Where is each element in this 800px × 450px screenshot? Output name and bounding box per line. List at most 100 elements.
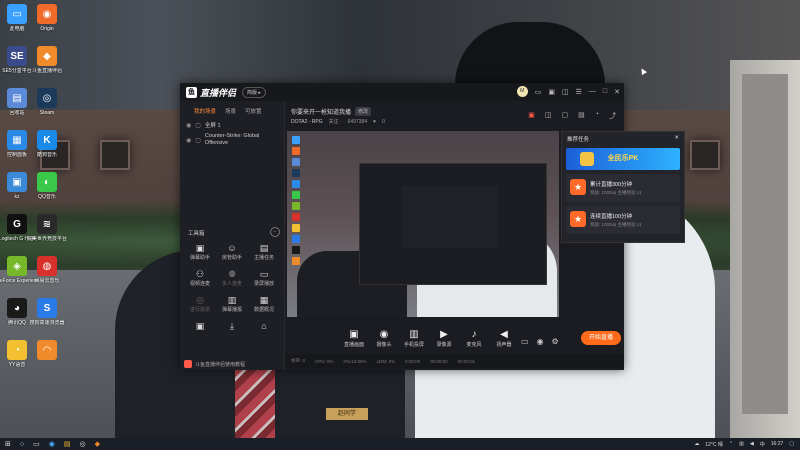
tool-icon: ⤓ <box>230 321 234 331</box>
minimize-icon[interactable]: — <box>589 88 596 95</box>
source-button[interactable]: ▥ 手机投屏 <box>403 329 425 348</box>
status-item: 00:00:00 <box>430 358 448 364</box>
source-button[interactable]: ◉ 摄像头 <box>373 329 395 348</box>
start-live-button[interactable]: 开始直播 <box>581 331 621 345</box>
notification-icon[interactable]: ▢ <box>789 441 794 447</box>
app-taskbar-icon[interactable]: ◆ <box>95 440 100 448</box>
desktop-icon[interactable]: ◎ Steam <box>26 88 68 116</box>
tool-button[interactable]: ▦ 数据概况 <box>248 295 280 313</box>
desktop-icon[interactable]: ◠ <box>26 340 68 362</box>
tray-chevron-icon[interactable]: ⌃ <box>729 441 733 447</box>
bag-icon[interactable]: ◫ <box>545 111 552 121</box>
tasks-banner[interactable]: 全民乐PK <box>566 148 680 170</box>
tab-scenes[interactable]: 场景 <box>225 107 236 115</box>
file-explorer-icon[interactable]: ▤ <box>64 440 71 448</box>
maximize-icon[interactable]: □ <box>603 88 607 95</box>
lock-icon[interactable]: ▢ <box>562 111 569 121</box>
followers-label: 关注 · <box>328 119 342 125</box>
menu-icon[interactable]: ☰ <box>576 88 582 96</box>
clock[interactable]: 16:27 <box>771 441 784 447</box>
toolbox-collapse-icon[interactable]: − <box>270 227 280 237</box>
desktop-app-icon: S <box>37 298 57 318</box>
source-icon: ▥ <box>409 329 419 340</box>
lock-icon[interactable]: ▢ <box>195 122 201 129</box>
source-button[interactable]: ◀ 扬声器 <box>493 329 515 348</box>
tool-icon: ⚇ <box>195 269 205 279</box>
scene-sidebar: 我的场景 场景 可放置 ◉ ▢ 全屏 1 ◉ ▢ Counter-Strike:… <box>180 101 285 370</box>
record-icon[interactable]: ▣ <box>528 111 535 121</box>
task-item[interactable]: ★ 累计直播300分钟 奖励: 1000xp 主播经验 x1 <box>566 174 680 202</box>
shop-icon[interactable]: ◫ <box>562 88 569 96</box>
desktop-icon[interactable]: ◐ QQ音乐 <box>26 172 68 200</box>
desktop-icon[interactable]: S 搜狗高速浏览器 <box>26 298 68 326</box>
network-icon[interactable]: ▥ <box>739 441 744 447</box>
desktop-app-icon: ◈ <box>7 256 27 276</box>
source-button[interactable]: ♪ 麦克风 <box>463 329 485 348</box>
lock-icon[interactable]: ▢ <box>195 137 201 144</box>
status-item: CPU: 0% <box>315 358 334 364</box>
edit-title-button[interactable]: 修改 <box>355 107 372 116</box>
tutorial-notice[interactable]: 斗鱼直播伴侣使用教程 <box>184 360 245 368</box>
search-icon[interactable]: ○ <box>20 441 24 448</box>
desktop-app-icon: ◉ <box>37 4 57 24</box>
task-view-icon[interactable]: ▭ <box>33 440 40 448</box>
app-name: 直播伴侣 <box>200 87 237 98</box>
game-category[interactable]: DOTA2 - RPG <box>291 119 323 125</box>
volume-icon[interactable]: ◀ <box>750 441 754 447</box>
tool-button[interactable]: ☺ 房管助手 <box>216 243 248 261</box>
tool-button[interactable]: ▭ 录屏播放 <box>248 269 280 287</box>
tool-button[interactable]: ⚉ 多人连麦 <box>216 269 248 287</box>
desktop-icon[interactable]: K 酷狗音乐 <box>26 130 68 158</box>
tool-button[interactable]: ⚇ 视频连麦 <box>184 269 216 287</box>
app-titlebar[interactable]: 鱼 直播伴侣 简版 ▸ M ▭ ▣ ◫ ☰ — □ ✕ <box>180 83 624 101</box>
task-item[interactable]: ★ 连续直播100分钟 奖励: 1000xp 主播经验 x1 <box>566 206 680 234</box>
live-preview[interactable] <box>287 131 559 317</box>
user-avatar[interactable]: M <box>516 86 528 97</box>
desktop-icon[interactable]: ≋ 完美世界竞技平台 <box>26 214 68 242</box>
gift-icon[interactable]: ▣ <box>548 88 555 96</box>
weather-text[interactable]: 12°C 晴 <box>705 441 723 448</box>
tool-button[interactable]: ▤ 主播任务 <box>248 243 280 261</box>
desktop-icon[interactable]: ◆ 斗鱼直播伴侣 <box>26 46 68 74</box>
scene-item-fullscreen[interactable]: ◉ ▢ 全屏 1 <box>180 119 284 131</box>
bell-icon[interactable]: ◔ <box>595 111 599 121</box>
eye-icon[interactable]: ◉ <box>186 137 191 144</box>
scene-item-csgo[interactable]: ◉ ▢ Counter-Strike: Global Offensive <box>180 131 284 149</box>
chest-icon[interactable]: ▤ <box>578 111 585 121</box>
tool-button[interactable]: ⌂ <box>248 321 280 332</box>
close-icon[interactable]: ✕ <box>614 88 620 96</box>
close-icon[interactable]: ✕ <box>674 135 679 143</box>
desktop-icon[interactable]: ◍ 网易云音乐 <box>26 256 68 284</box>
steam-taskbar-icon[interactable]: ◎ <box>79 440 85 448</box>
tool-button[interactable]: ⤓ <box>216 321 248 332</box>
eye-icon[interactable]: ◉ <box>186 122 191 129</box>
ime-icon[interactable]: 中 <box>760 441 765 448</box>
desktop-app-icon: ▤ <box>7 88 27 108</box>
toolbox-grid: ▣ 弹幕助手 ☺ 房管助手 ▤ 主播任务 ⚇ 视频连麦 ⚉ 多人连麦 ▭ 录屏播放 ◎ 进行投票 ▥ 弹幕播报… <box>184 243 280 332</box>
tool-button[interactable]: ◎ 进行投票 <box>184 295 216 313</box>
app-window: 鱼 直播伴侣 简版 ▸ M ▭ ▣ ◫ ☰ — □ ✕ 我的场景 场景 可放置 … <box>180 83 685 370</box>
source-icon: ♪ <box>471 329 477 340</box>
camera-icon[interactable]: ▭ <box>521 337 529 346</box>
browser-icon[interactable]: ◉ <box>49 440 55 448</box>
message-icon[interactable]: ▭ <box>535 88 542 96</box>
desktop-app-icon: ▭ <box>7 4 27 24</box>
desktop-icon[interactable]: ◉ Origin <box>26 4 68 32</box>
source-icon: ◉ <box>379 329 389 340</box>
scene-label: Counter-Strike: Global Offensive <box>204 133 260 146</box>
like-icon: ♥ <box>373 118 377 125</box>
share-icon[interactable]: ⤴ <box>609 111 616 121</box>
settings-icon[interactable]: ⚙ <box>552 337 559 346</box>
windows-start-icon[interactable]: ⊞ <box>5 440 11 448</box>
tool-button[interactable]: ▥ 弹幕播报 <box>216 295 248 313</box>
source-icon: ▣ <box>349 329 359 340</box>
source-button[interactable]: ▶ 录像源 <box>433 329 455 348</box>
tool-button[interactable]: ▣ 弹幕助手 <box>184 243 216 261</box>
source-button[interactable]: ▣ 直播画面 <box>343 329 365 348</box>
tab-my-scenes[interactable]: 我的场景 <box>194 107 216 115</box>
status-item: 0:00:00 <box>405 358 421 364</box>
tab-placeable[interactable]: 可放置 <box>245 107 262 115</box>
tool-button[interactable]: ▣ <box>184 321 216 332</box>
version-pill[interactable]: 简版 ▸ <box>242 86 266 98</box>
eye-icon[interactable]: ◉ <box>537 337 544 346</box>
